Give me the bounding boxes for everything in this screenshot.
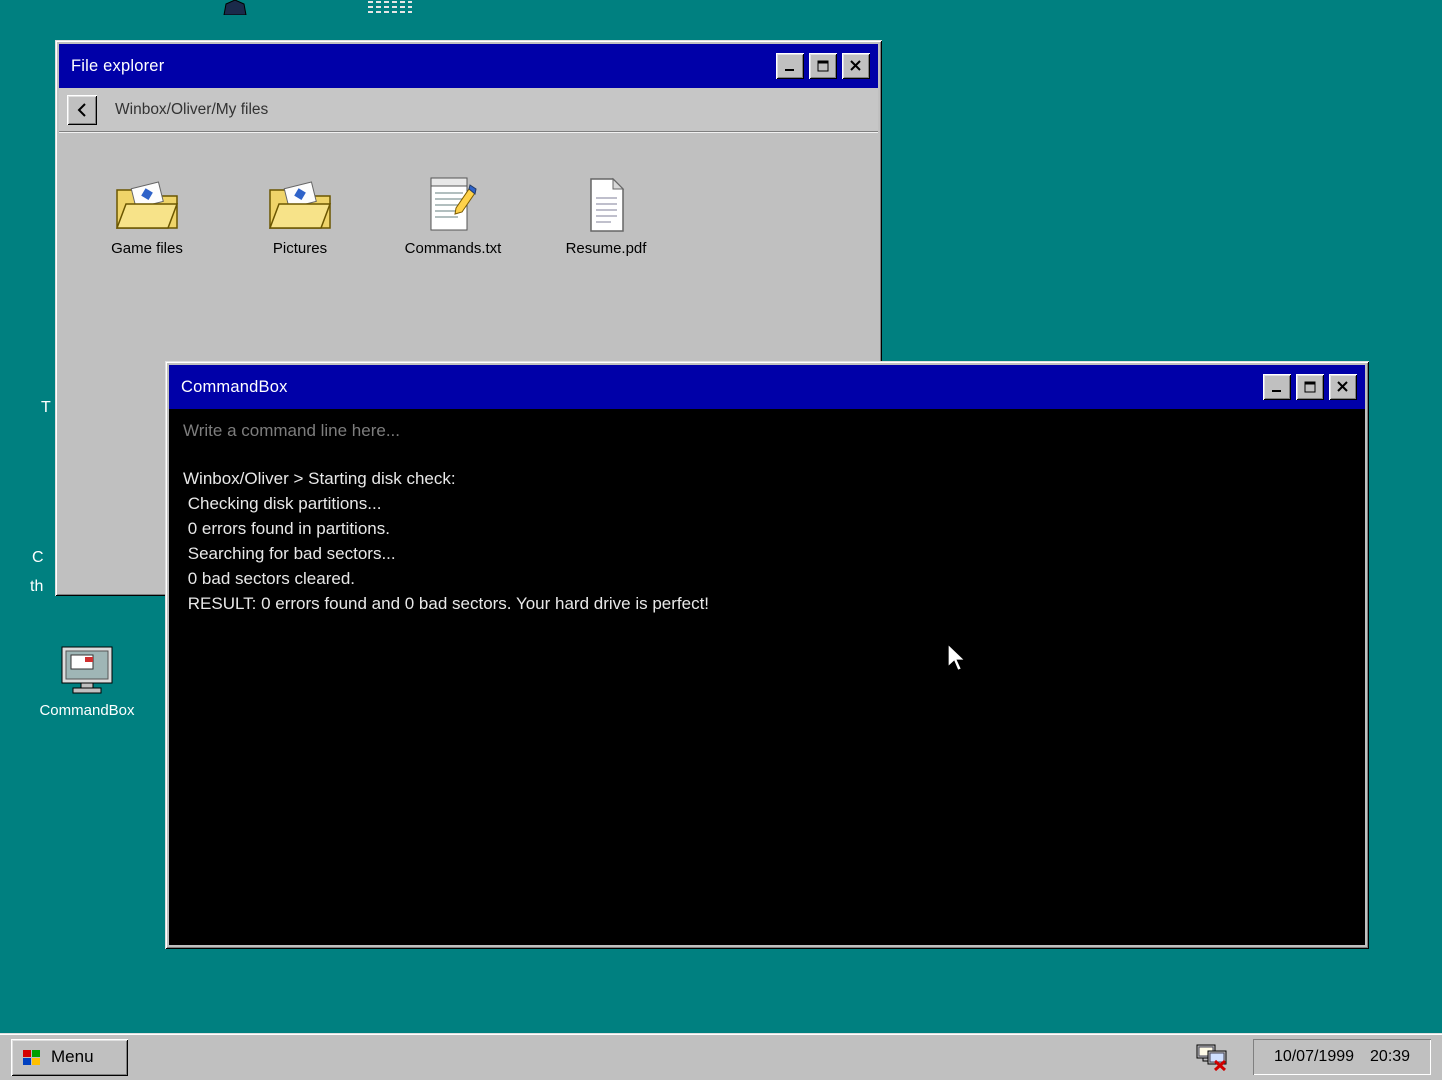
breadcrumb-path: Winbox/Oliver/My files <box>115 101 268 119</box>
clock: 10/07/1999 20:39 <box>1253 1039 1431 1075</box>
folder-icon <box>267 180 333 234</box>
flag-logo-icon <box>22 1048 42 1067</box>
chevron-left-icon <box>77 103 87 117</box>
terminal-line: RESULT: 0 errors found and 0 bad sectors… <box>183 591 1351 616</box>
file-item-resume-pdf[interactable]: Resume.pdf <box>541 168 671 257</box>
minimize-icon <box>783 60 797 72</box>
maximize-button[interactable] <box>1296 374 1324 400</box>
minimize-button[interactable] <box>776 53 804 79</box>
commandbox-titlebar[interactable]: CommandBox <box>169 365 1365 409</box>
network-disconnected-icon[interactable] <box>1196 1043 1228 1071</box>
hidden-document-icon-fragment <box>368 0 412 13</box>
maximize-button[interactable] <box>809 53 837 79</box>
taskbar: Menu 10/07/1999 20:39 <box>0 1033 1442 1080</box>
file-explorer-titlebar[interactable]: File explorer <box>59 44 878 88</box>
file-label: Pictures <box>273 240 327 257</box>
desktop: T C th CommandBox File explorer <box>0 0 1442 1080</box>
monitor-icon <box>59 645 115 697</box>
file-item-commands-txt[interactable]: Commands.txt <box>388 168 518 257</box>
maximize-icon <box>816 60 830 72</box>
close-icon <box>849 60 863 72</box>
menu-button[interactable]: Menu <box>11 1039 128 1076</box>
file-label: Commands.txt <box>405 240 502 257</box>
terminal-area[interactable]: Write a command line here... Winbox/Oliv… <box>169 409 1365 945</box>
system-tray: 10/07/1999 20:39 <box>1196 1039 1431 1075</box>
document-icon <box>584 176 628 234</box>
terminal-line: 0 errors found in partitions. <box>183 516 1351 541</box>
hidden-label-fragment: C <box>32 549 44 567</box>
window-title: File explorer <box>71 57 776 76</box>
back-button[interactable] <box>67 95 97 125</box>
notepad-pencil-icon <box>428 172 478 234</box>
window-title: CommandBox <box>181 378 1263 397</box>
desktop-icon-label: CommandBox <box>39 702 134 719</box>
terminal-line: Checking disk partitions... <box>183 491 1351 516</box>
terminal-line: Winbox/Oliver > Starting disk check: <box>183 466 1351 491</box>
menu-button-label: Menu <box>51 1047 94 1067</box>
window-controls <box>776 53 870 79</box>
command-input-placeholder: Write a command line here... <box>183 418 1351 443</box>
close-button[interactable] <box>842 53 870 79</box>
terminal-line: Searching for bad sectors... <box>183 541 1351 566</box>
window-controls <box>1263 374 1357 400</box>
minimize-icon <box>1270 381 1284 393</box>
hidden-label-fragment: th <box>30 578 43 596</box>
maximize-icon <box>1303 381 1317 393</box>
terminal-line: 0 bad sectors cleared. <box>183 566 1351 591</box>
file-label: Game files <box>111 240 183 257</box>
hidden-desktop-icon-fragment <box>222 0 248 15</box>
clock-date: 10/07/1999 <box>1274 1048 1354 1066</box>
address-bar: Winbox/Oliver/My files <box>59 88 878 132</box>
desktop-icon-commandbox[interactable]: CommandBox <box>28 645 146 719</box>
file-label: Resume.pdf <box>566 240 647 257</box>
folder-icon <box>114 180 180 234</box>
close-button[interactable] <box>1329 374 1357 400</box>
commandbox-window: CommandBox <box>165 361 1369 949</box>
hidden-label-fragment: T <box>41 399 51 417</box>
file-item-pictures[interactable]: Pictures <box>235 168 365 257</box>
terminal-output: Winbox/Oliver > Starting disk check: Che… <box>183 466 1351 616</box>
close-icon <box>1336 381 1350 393</box>
clock-time: 20:39 <box>1370 1048 1410 1066</box>
file-item-game-files[interactable]: Game files <box>82 168 212 257</box>
minimize-button[interactable] <box>1263 374 1291 400</box>
